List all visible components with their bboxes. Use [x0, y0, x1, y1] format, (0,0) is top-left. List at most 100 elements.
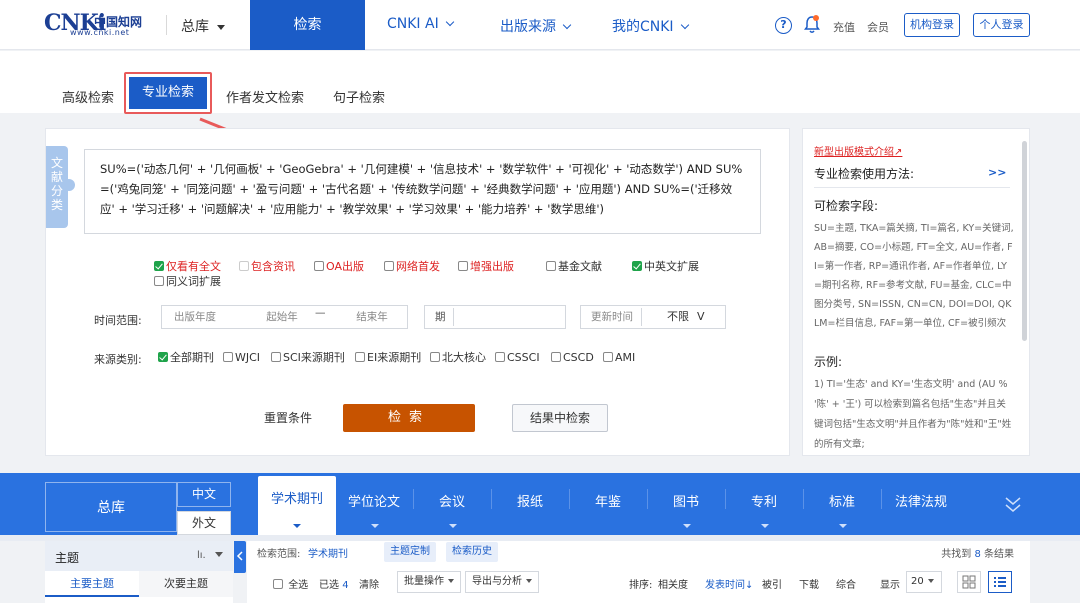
nav-my-cnki[interactable]: 我的CNKI: [612, 16, 689, 36]
db-tab-books[interactable]: 图书: [673, 491, 699, 510]
sort-cited[interactable]: 被引: [762, 576, 782, 591]
filter-label: 增强出版: [470, 260, 514, 273]
db-tab-laws[interactable]: 法律法规: [895, 491, 947, 510]
db-divider: [491, 489, 492, 509]
filter-label: 网络首发: [396, 260, 440, 273]
member-link[interactable]: 会员: [867, 19, 889, 35]
source-ei[interactable]: EI来源期刊: [355, 351, 421, 365]
db-chinese[interactable]: 中文: [177, 482, 231, 507]
search-within-results-button[interactable]: 结果中检索: [512, 404, 608, 432]
checkbox-icon: [551, 352, 561, 362]
side-tab-toggle[interactable]: [63, 179, 75, 191]
org-login-button[interactable]: 机构登录: [904, 13, 960, 37]
db-foreign[interactable]: 外文: [177, 511, 231, 535]
filter-fulltext-only[interactable]: 仅看有全文: [154, 260, 221, 274]
db-tab-dissertations[interactable]: 学位论文: [348, 491, 400, 510]
search-history-button[interactable]: 检索历史: [446, 542, 498, 562]
tab-sentence-search[interactable]: 句子检索: [333, 87, 385, 106]
checkbox-icon: [154, 276, 164, 286]
expand-chevron-icon[interactable]: [1004, 495, 1022, 513]
db-divider: [413, 489, 414, 509]
caret-down-icon: [683, 524, 691, 528]
charge-link[interactable]: 充值: [833, 19, 855, 35]
caret-down-icon: [293, 524, 301, 528]
export-analysis-dropdown[interactable]: 导出与分析: [465, 571, 539, 593]
selected-count: 已选 4: [319, 576, 349, 591]
db-tab-yearbooks[interactable]: 年鉴: [595, 491, 621, 510]
topic-custom-button[interactable]: 主题定制: [384, 542, 436, 562]
filter-cn-en-expand[interactable]: 中英文扩展: [632, 260, 699, 274]
search-expression-input[interactable]: SU%=('动态几何' + '几何画板' + 'GeoGebra' + '几何建…: [84, 149, 761, 234]
batch-operation-dropdown[interactable]: 批量操作: [397, 571, 461, 593]
fields-description: SU=主题, TKA=篇关摘, TI=篇名, KY=关键词, AB=摘要, CO…: [814, 223, 1014, 329]
tab-author-search[interactable]: 作者发文检索: [226, 87, 304, 106]
caret-down-icon: [526, 579, 532, 583]
tab-advanced-search[interactable]: 高级检索: [62, 87, 114, 106]
sort-download[interactable]: 下载: [799, 576, 819, 591]
source-cssci[interactable]: CSSCI: [495, 351, 540, 365]
source-ami[interactable]: AMI: [603, 351, 635, 365]
sort-overall[interactable]: 综合: [836, 576, 856, 591]
source-pku-core[interactable]: 北大核心: [430, 351, 486, 365]
usage-more-link[interactable]: >>: [988, 166, 1006, 179]
start-year-input[interactable]: 起始年: [252, 306, 312, 328]
logo-url: www.cnki.net: [70, 28, 130, 37]
nav-publication-source[interactable]: 出版来源: [500, 16, 572, 36]
found-prefix: 共找到: [941, 549, 972, 560]
reset-conditions-button[interactable]: 重置条件: [264, 409, 312, 426]
source-cscd[interactable]: CSCD: [551, 351, 594, 365]
db-tab-newspapers[interactable]: 报纸: [517, 491, 543, 510]
clear-selection-link[interactable]: 清除: [359, 576, 379, 591]
results-area: 检索范围: 学术期刊 主题定制 检索历史 共找到 8 条结果 全选 已选 4 清…: [247, 541, 1030, 603]
caret-down-icon[interactable]: [215, 552, 223, 557]
source-wjci[interactable]: WJCI: [223, 351, 260, 365]
update-time-select[interactable]: 更新时间 不限 V: [580, 305, 726, 329]
list-view-button[interactable]: [988, 571, 1012, 593]
tab-main-topic[interactable]: 主要主题: [45, 571, 139, 597]
help-divider: [814, 187, 1010, 188]
end-year-input[interactable]: 结束年: [342, 306, 402, 328]
grid-view-button[interactable]: [957, 571, 981, 593]
checkbox-icon: [495, 352, 505, 362]
filter-include-news[interactable]: 包含资讯: [239, 260, 295, 274]
facet-topic-header[interactable]: 主题 lı.: [45, 541, 233, 571]
filter-label: OA出版: [326, 260, 364, 273]
db-tab-patents[interactable]: 专利: [751, 491, 777, 510]
source-all-journals[interactable]: 全部期刊: [158, 351, 214, 365]
bar-chart-icon[interactable]: lı.: [197, 550, 206, 561]
help-icon[interactable]: ?: [775, 17, 792, 34]
tab-sub-topic[interactable]: 次要主题: [139, 571, 233, 597]
export-analysis-label: 导出与分析: [472, 576, 522, 587]
sort-publish-date[interactable]: 发表时间↓: [705, 576, 753, 591]
publish-year-range: 出版年度 起始年 — 结束年: [161, 305, 408, 329]
results-count: 共找到 8 条结果: [941, 545, 1014, 560]
new-publish-model-link[interactable]: 新型出版模式介绍↗: [814, 143, 902, 158]
collapse-panel-button[interactable]: [234, 541, 246, 573]
db-tab-standards[interactable]: 标准: [829, 491, 855, 510]
filter-online-first[interactable]: 网络首发: [384, 260, 440, 274]
nav-cnki-ai[interactable]: CNKI AI: [387, 16, 454, 32]
db-tab-conferences[interactable]: 会议: [439, 491, 465, 510]
select-all-checkbox[interactable]: 全选: [273, 576, 308, 591]
cnki-logo[interactable]: CNKi 中国知网 www.cnki.net: [44, 10, 152, 40]
filter-oa-publish[interactable]: OA出版: [314, 260, 364, 274]
db-divider: [569, 489, 570, 509]
page-size-select[interactable]: 20: [906, 571, 942, 593]
caret-down-icon: [927, 579, 934, 583]
source-sci[interactable]: SCI来源期刊: [271, 351, 345, 365]
help-scrollbar[interactable]: [1022, 141, 1027, 341]
filter-enhanced-publish[interactable]: 增强出版: [458, 260, 514, 274]
nav-search[interactable]: 检索: [250, 0, 365, 50]
issue-field[interactable]: 期: [424, 305, 566, 329]
db-zongku[interactable]: 总库: [45, 482, 177, 532]
filter-fund-literature[interactable]: 基金文献: [546, 260, 602, 274]
tab-professional-search[interactable]: 专业检索: [129, 77, 207, 109]
checkbox-icon: [355, 352, 365, 362]
search-button[interactable]: 检索: [343, 404, 475, 432]
nav-zongku-dropdown[interactable]: 总库: [181, 16, 225, 36]
checkbox-icon: [314, 261, 324, 271]
filter-synonym-expand[interactable]: 同义词扩展: [154, 275, 221, 289]
db-divider: [803, 489, 804, 509]
sort-relevance[interactable]: 相关度: [658, 576, 688, 591]
personal-login-button[interactable]: 个人登录: [973, 13, 1030, 37]
